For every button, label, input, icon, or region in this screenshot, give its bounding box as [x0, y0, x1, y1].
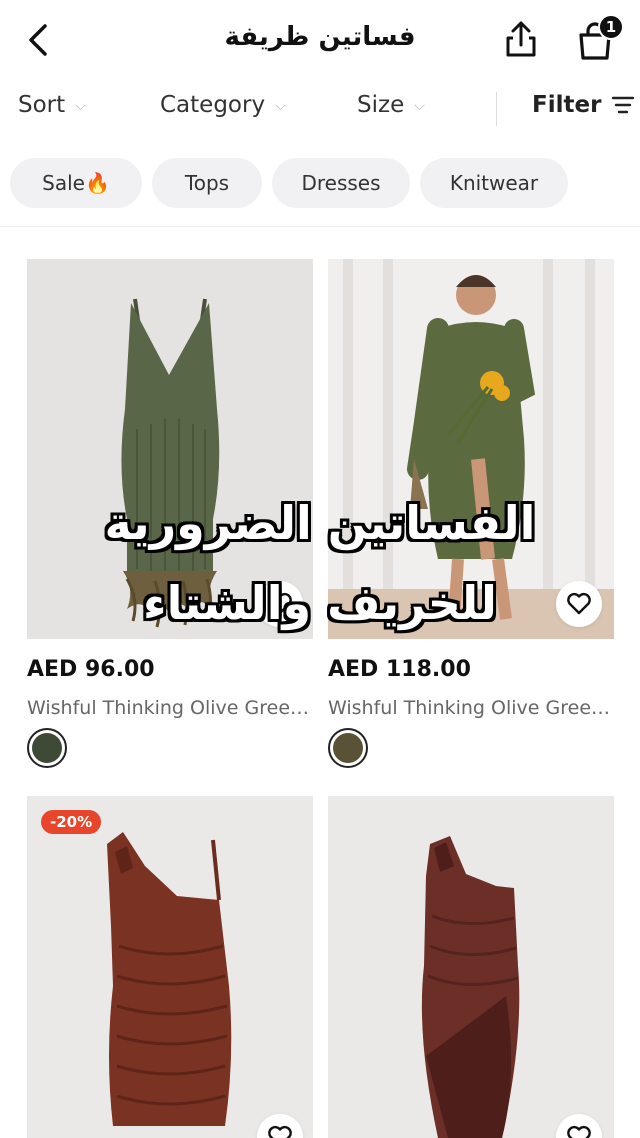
color-swatch[interactable] — [328, 728, 368, 768]
category-label: Category — [160, 92, 266, 118]
product-card[interactable]: -20% — [27, 796, 313, 1138]
share-button[interactable] — [500, 18, 542, 60]
cart-count-badge: 1 — [598, 14, 624, 40]
filter-bar: Sort ⌵ Category ⌵ Size ⌵ Filter — [0, 80, 640, 136]
share-icon — [506, 21, 536, 57]
filter-button[interactable]: Filter — [532, 92, 635, 118]
chip-sale[interactable]: Sale🔥 — [10, 158, 142, 208]
chip-knitwear[interactable]: Knitwear — [420, 158, 568, 208]
divider — [0, 226, 640, 227]
product-name[interactable]: Wishful Thinking Olive Green Ri… — [328, 697, 614, 719]
filter-lines-icon — [612, 96, 635, 114]
shopping-bag-button[interactable]: 1 — [574, 14, 624, 62]
chevron-down-icon: ⌵ — [75, 98, 86, 114]
product-name[interactable]: Wishful Thinking Olive Green Fe… — [27, 697, 313, 719]
chip-tops[interactable]: Tops — [152, 158, 262, 208]
overlay-caption-line-2: للخريف والشتاء — [143, 576, 497, 630]
product-image[interactable] — [328, 796, 614, 1138]
swatch-fill — [32, 733, 62, 763]
product-price: AED 118.00 — [328, 657, 471, 682]
chevron-down-icon: ⌵ — [275, 98, 286, 114]
chevron-down-icon: ⌵ — [414, 98, 425, 114]
brown-ruched-dress-image — [27, 796, 313, 1138]
sort-label: Sort — [18, 92, 66, 118]
filter-label: Filter — [532, 92, 602, 118]
color-swatch[interactable] — [27, 728, 67, 768]
chip-dresses[interactable]: Dresses — [272, 158, 410, 208]
size-dropdown[interactable]: Size ⌵ — [357, 92, 425, 118]
heart-icon — [268, 1125, 292, 1138]
category-dropdown[interactable]: Category ⌵ — [160, 92, 286, 118]
category-chips: Sale🔥 Tops Dresses Knitwear — [10, 158, 568, 210]
sort-dropdown[interactable]: Sort ⌵ — [18, 92, 86, 118]
product-card[interactable] — [328, 796, 614, 1138]
overlay-caption-line-1: الفساتين الضرورية — [104, 496, 536, 550]
heart-icon — [567, 1125, 591, 1138]
product-image[interactable]: -20% — [27, 796, 313, 1138]
brown-asymmetric-dress-image — [328, 796, 614, 1138]
filter-divider — [496, 92, 497, 126]
size-label: Size — [357, 92, 405, 118]
page-title: فساتين ظريفة — [224, 22, 416, 52]
discount-badge: -20% — [41, 810, 102, 834]
product-price: AED 96.00 — [27, 657, 155, 682]
swatch-fill — [333, 733, 363, 763]
top-bar: فساتين ظريفة 1 — [0, 0, 640, 78]
product-listing-page: فساتين ظريفة 1 Sort ⌵ Category ⌵ Size ⌵ … — [0, 0, 640, 1138]
